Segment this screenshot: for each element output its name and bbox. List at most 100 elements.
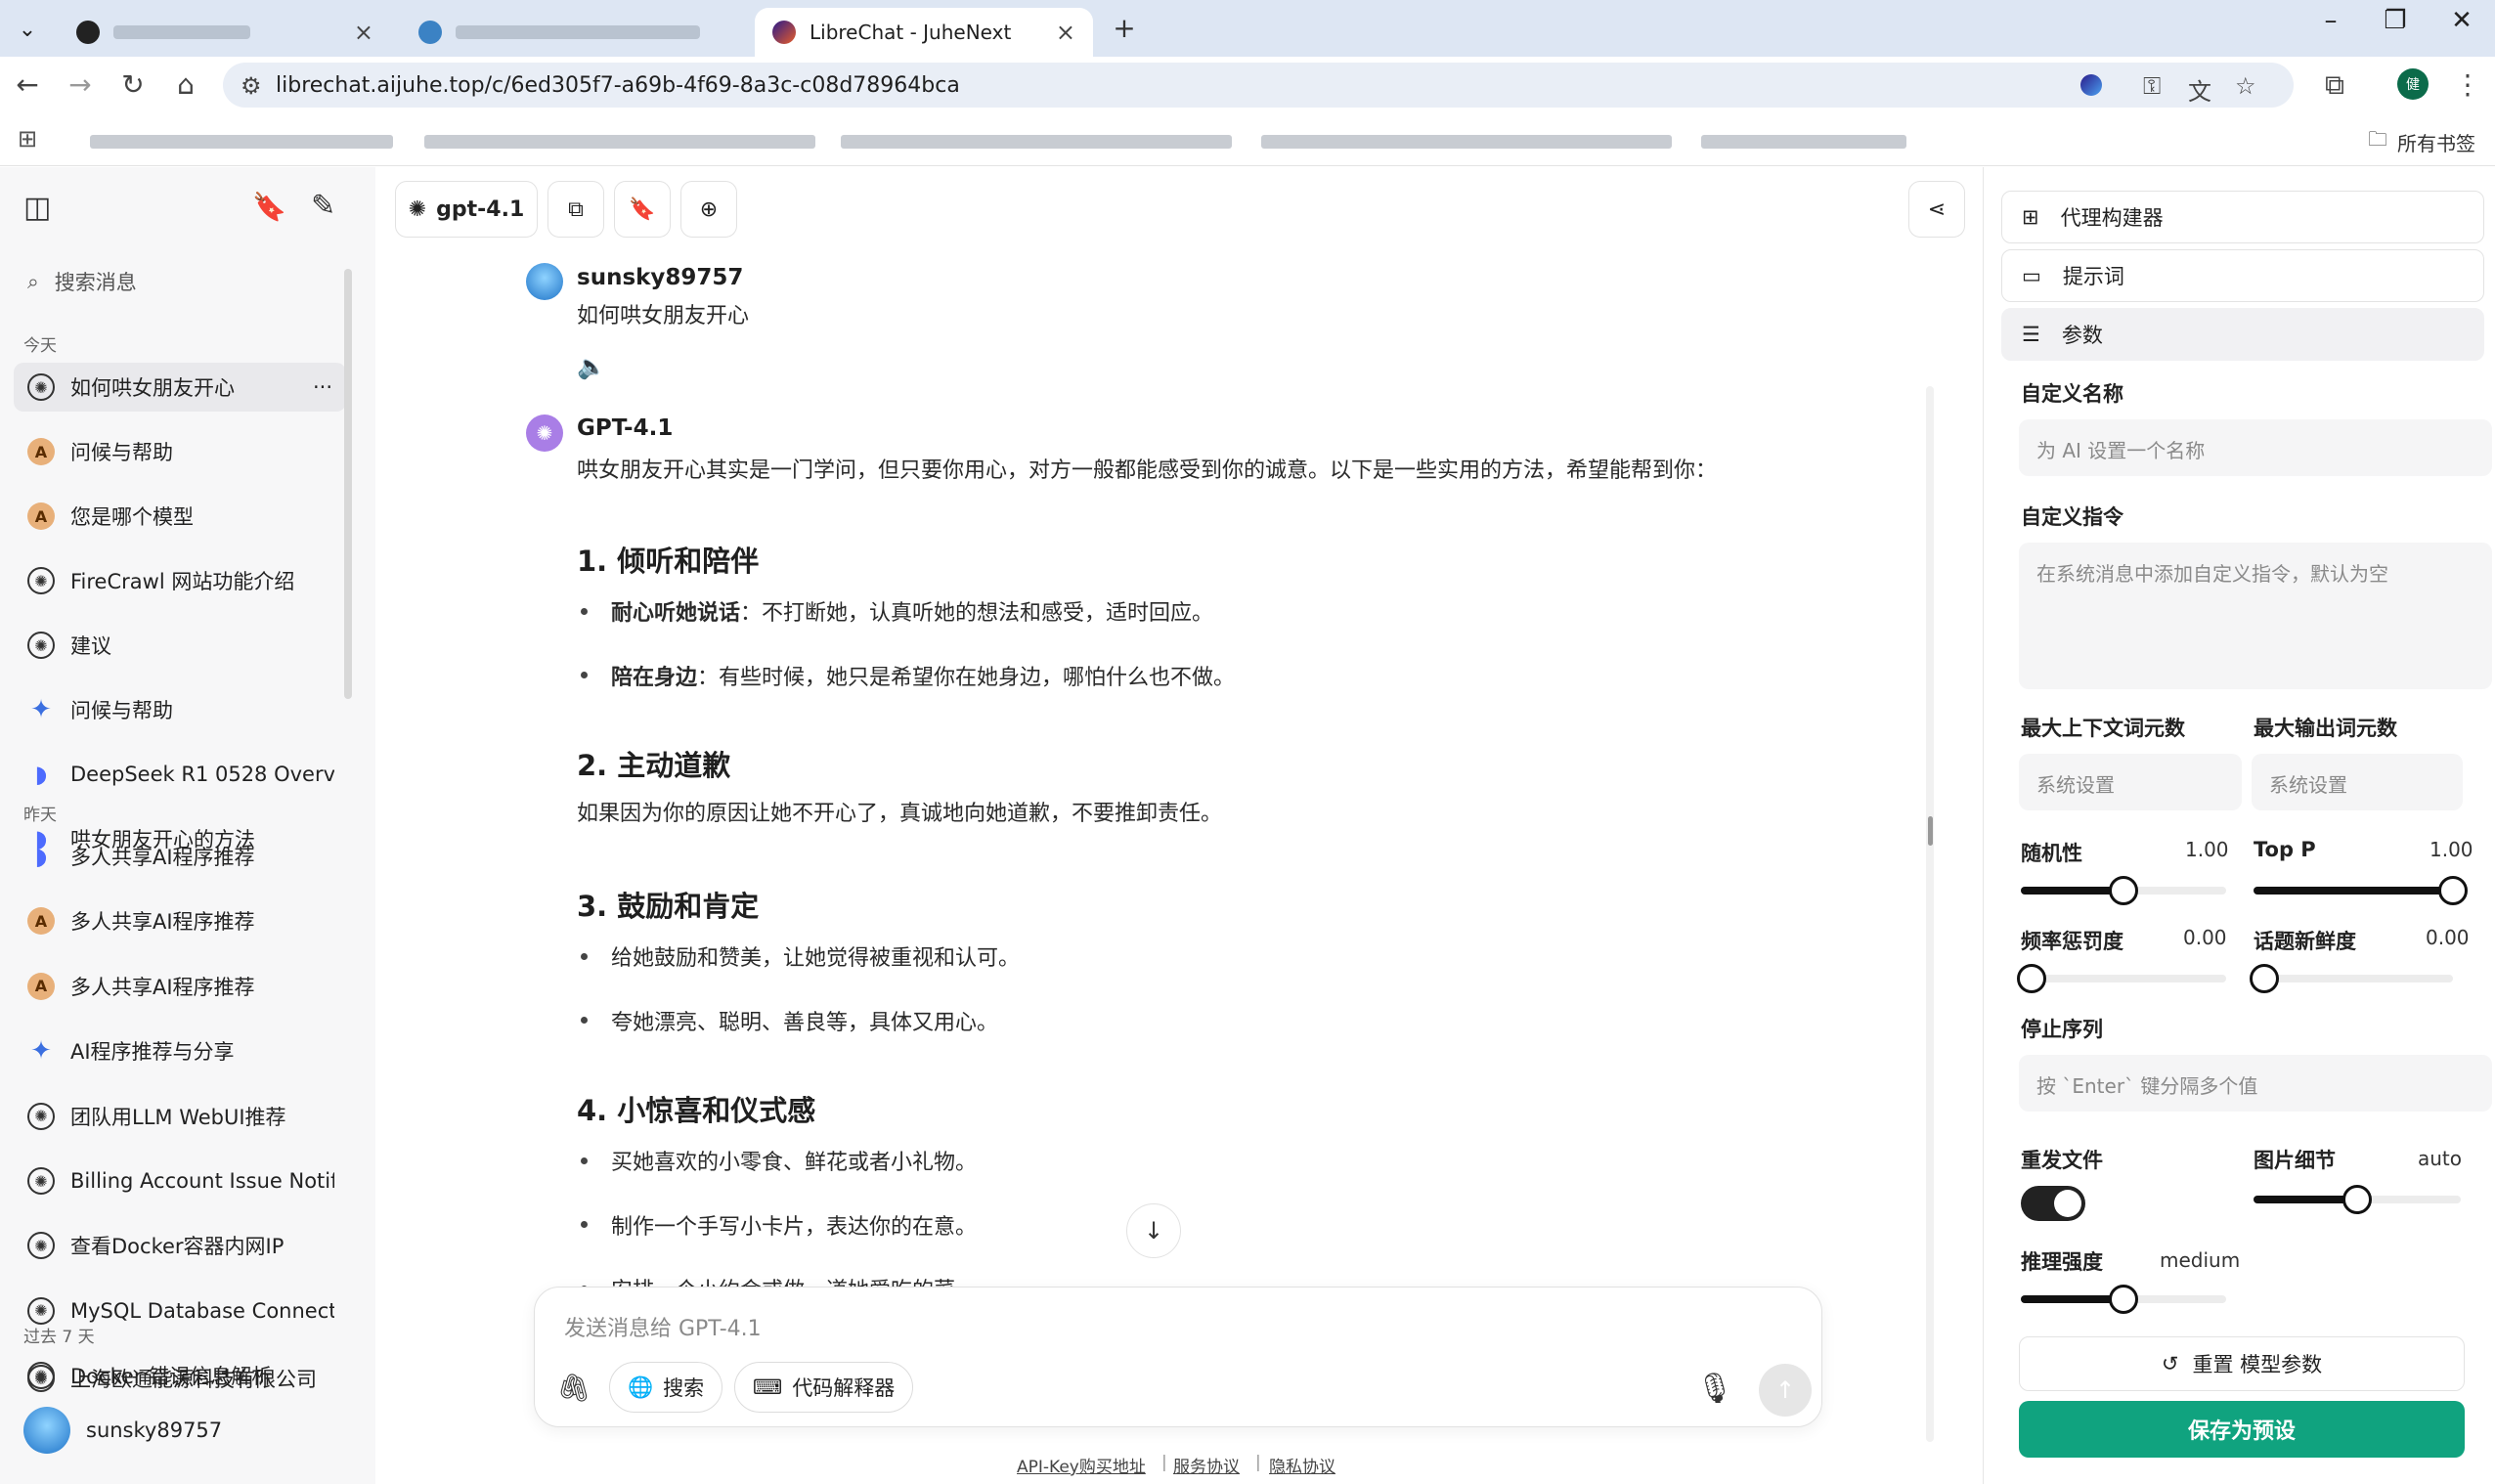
frequency-penalty-slider[interactable] [2017,964,2226,993]
conversation-item[interactable]: ✺ 上海欧通能源科技有限公司 [14,1354,346,1403]
openai-icon: ✺ [27,1167,55,1195]
search-toggle-button[interactable]: 🌐 搜索 [609,1362,723,1413]
forward-icon[interactable]: → [61,68,100,101]
attach-file-icon[interactable]: 🖇 [556,1372,591,1404]
reasoning-effort-slider-knob[interactable] [2109,1285,2138,1314]
browser-menu-icon[interactable]: ⋮ [2448,68,2487,101]
message-input[interactable]: 发送消息给 GPT-4.1 [564,1311,762,1342]
apps-grid-icon[interactable]: ⊞ [18,125,37,153]
assistant-intro: 哄女朋友开心其实是一门学问，但只要你用心，对方一般都能感受到你的诚意。以下是一些… [577,458,1718,483]
footer-link-terms[interactable]: 服务协议 [1173,1453,1240,1477]
read-aloud-icon[interactable]: 🔈 [577,353,606,380]
bookmark-blurred[interactable] [424,135,815,149]
top-p-slider[interactable] [2254,876,2468,905]
translate-icon[interactable]: 文 [2188,72,2211,107]
send-button[interactable]: ↑ [1759,1364,1812,1417]
conversation-item[interactable]: ✺ 建议 [14,621,346,670]
new-chat-icon[interactable]: ✎ [311,189,335,223]
restore-icon[interactable]: ❐ [2366,6,2425,35]
bookmark-blurred[interactable] [1261,135,1672,149]
bullet-dot [581,1221,588,1228]
custom-name-input[interactable]: 为 AI 设置一个名称 [2019,419,2492,476]
conversation-item[interactable]: A 问候与帮助 [14,427,346,476]
microphone-icon[interactable]: 🎙 [1696,1372,1733,1406]
share-button[interactable]: ⋖ [1908,181,1965,238]
conversation-item[interactable]: A 多人共享AI程序推荐 [14,962,346,1011]
openai-icon: ✺ [27,1296,55,1325]
top-p-slider-knob[interactable] [2438,876,2468,905]
image-detail-slider-knob[interactable] [2342,1185,2372,1214]
max-output-input[interactable]: 系统设置 [2252,754,2463,810]
custom-instructions-input[interactable]: 在系统消息中添加自定义指令，默认为空 [2019,543,2492,689]
bookmark-button[interactable]: 🔖 [614,181,671,238]
conversation-item[interactable]: A 多人共享AI程序推荐 [14,896,346,945]
close-tab-icon[interactable]: × [354,19,373,46]
password-key-icon[interactable]: ⚿ [2143,72,2161,100]
add-button[interactable]: ⊕ [680,181,737,238]
conversation-item[interactable]: ✺ 查看Docker容器内网IP [14,1221,346,1270]
site-info-icon[interactable]: ⚙ [241,72,262,100]
conversation-item[interactable]: ✺ Billing Account Issue Notification [14,1157,346,1205]
close-window-icon[interactable]: ✕ [2432,6,2491,35]
stop-sequence-input[interactable]: 按 `Enter` 键分隔多个值 [2019,1055,2492,1112]
more-options-icon[interactable]: ··· [313,375,332,399]
browser-tab-2[interactable] [401,8,753,57]
chat-scrollbar-thumb[interactable] [1928,816,1933,846]
presence-penalty-slider[interactable] [2250,964,2453,993]
max-context-input[interactable]: 系统设置 [2019,754,2242,810]
sidebar-search[interactable]: ⌕ 搜索消息 [27,267,137,296]
extensions-icon[interactable]: ⧉ [2315,68,2354,102]
prompts-button[interactable]: ▭ 提示词 [2001,249,2484,302]
close-tab-icon[interactable]: × [1056,19,1075,46]
conversation-item[interactable]: ✦ 问候与帮助 [14,685,346,734]
sidebar-scrollbar[interactable] [344,269,352,699]
search-input[interactable]: 搜索消息 [55,267,137,296]
profile-avatar[interactable]: 健 [2397,68,2429,100]
image-detail-slider[interactable] [2254,1185,2461,1214]
back-icon[interactable]: ← [8,68,47,101]
bookmark-blurred[interactable] [90,135,393,149]
toggle-sidebar-icon[interactable]: ◫ [23,191,51,225]
conversation-item[interactable]: ✺ FireCrawl 网站功能介绍 [14,556,346,605]
conversation-item[interactable]: ✺ 如何哄女朋友开心 ··· [14,363,346,412]
extension-icon[interactable] [2080,74,2102,96]
conversation-item[interactable]: ✺ 团队用LLM WebUI推荐 [14,1092,346,1141]
address-bar[interactable]: ⚙ librechat.aijuhe.top/c/6ed305f7-a69b-4… [223,63,2294,108]
footer-link-api-key[interactable]: API-Key购买地址 [1017,1453,1146,1477]
conversation-item[interactable]: A 您是哪个模型 [14,492,346,541]
minimize-icon[interactable]: – [2301,6,2360,35]
bookmark-blurred[interactable] [1701,135,1906,149]
save-preset-button[interactable]: 保存为预设 [2019,1401,2465,1458]
agent-builder-button[interactable]: ⊞ 代理构建器 [2001,191,2484,243]
tab-search-chevron-icon[interactable]: ⌄ [8,10,47,49]
conversation-title: 问候与帮助 [70,699,173,722]
bookmark-blurred[interactable] [841,135,1232,149]
parameters-button[interactable]: ☰ 参数 [2001,308,2484,361]
reset-parameters-button[interactable]: ↺ 重置 模型参数 [2019,1336,2465,1391]
chat-scrollbar[interactable] [1926,386,1934,1442]
temperature-slider-knob[interactable] [2109,876,2138,905]
footer-link-privacy[interactable]: 隐私协议 [1269,1453,1335,1477]
conversation-item[interactable]: ◗ 多人共享AI程序推荐 [14,832,346,881]
temperature-slider[interactable] [2021,876,2226,905]
message-composer[interactable]: 发送消息给 GPT-4.1 🖇 🌐 搜索 ⌨ 代码解释器 🎙 ↑ [534,1287,1822,1427]
browser-tab-active[interactable]: LibreChat - JuheNext × [755,8,1093,57]
model-selector-button[interactable]: ✺ gpt-4.1 [395,181,538,238]
code-interpreter-button[interactable]: ⌨ 代码解释器 [734,1362,914,1413]
user-menu[interactable]: sunsky89757 [23,1407,222,1454]
bookmark-star-icon[interactable]: ☆ [2235,72,2256,100]
resend-files-toggle[interactable] [2021,1186,2085,1221]
frequency-penalty-slider-knob[interactable] [2017,964,2046,993]
scroll-down-button[interactable]: ↓ [1126,1203,1181,1258]
bookmarks-icon[interactable]: 🔖 [252,191,286,223]
conversation-item[interactable]: ✦ AI程序推荐与分享 [14,1026,346,1075]
browser-tab-github[interactable]: × [59,8,391,57]
presence-penalty-slider-knob[interactable] [2250,964,2279,993]
reload-icon[interactable]: ↻ [113,68,153,101]
new-tab-icon[interactable]: + [1105,8,1144,47]
conversation-item[interactable]: ◗ DeepSeek R1 0528 Overview [14,750,346,799]
reasoning-effort-slider[interactable] [2021,1285,2226,1314]
copy-conversation-button[interactable]: ⧉ [547,181,604,238]
all-bookmarks[interactable]: 🗀 所有书签 [2368,125,2475,158]
home-icon[interactable]: ⌂ [166,68,205,101]
